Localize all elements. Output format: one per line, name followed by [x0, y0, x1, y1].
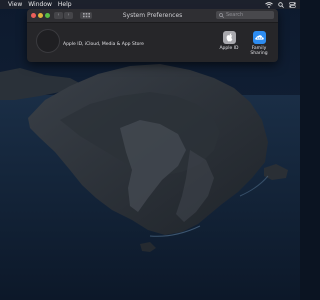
menu-bar: View Window Help: [0, 0, 300, 9]
family-sharing-icon: [252, 31, 266, 44]
apple-id-pane[interactable]: Apple ID: [215, 31, 243, 51]
system-preferences-window: ‹ › System Preferences Search Apple ID, …: [27, 9, 278, 62]
user-avatar[interactable]: [36, 29, 60, 53]
menu-bar-status-area: [265, 0, 296, 9]
show-all-button[interactable]: [80, 12, 92, 19]
spotlight-search-icon[interactable]: [278, 1, 284, 8]
search-input[interactable]: [224, 11, 270, 19]
menu-help[interactable]: Help: [55, 0, 75, 9]
control-center-icon[interactable]: [289, 1, 296, 8]
desktop: View Window Help ‹ › System Preferences …: [0, 0, 300, 300]
menu-window[interactable]: Window: [25, 0, 55, 9]
apple-id-label: Apple ID: [219, 46, 239, 51]
wifi-icon[interactable]: [265, 1, 273, 8]
zoom-button[interactable]: [45, 13, 50, 18]
apple-logo-icon: [222, 31, 236, 44]
forward-button[interactable]: ›: [64, 12, 73, 19]
minimize-button[interactable]: [38, 13, 43, 18]
search-field[interactable]: [216, 11, 274, 19]
grid-icon: [82, 13, 90, 18]
back-button[interactable]: ‹: [54, 12, 63, 19]
preferences-content: Apple ID, iCloud, Media & App Store Appl…: [27, 23, 278, 62]
menu-view[interactable]: View: [5, 0, 25, 9]
family-sharing-pane[interactable]: Family Sharing: [245, 31, 273, 56]
window-titlebar[interactable]: ‹ › System Preferences: [27, 9, 278, 23]
family-sharing-label: Family Sharing: [250, 46, 268, 56]
close-button[interactable]: [31, 13, 36, 18]
apple-id-account-label[interactable]: Apple ID, iCloud, Media & App Store: [63, 42, 144, 47]
